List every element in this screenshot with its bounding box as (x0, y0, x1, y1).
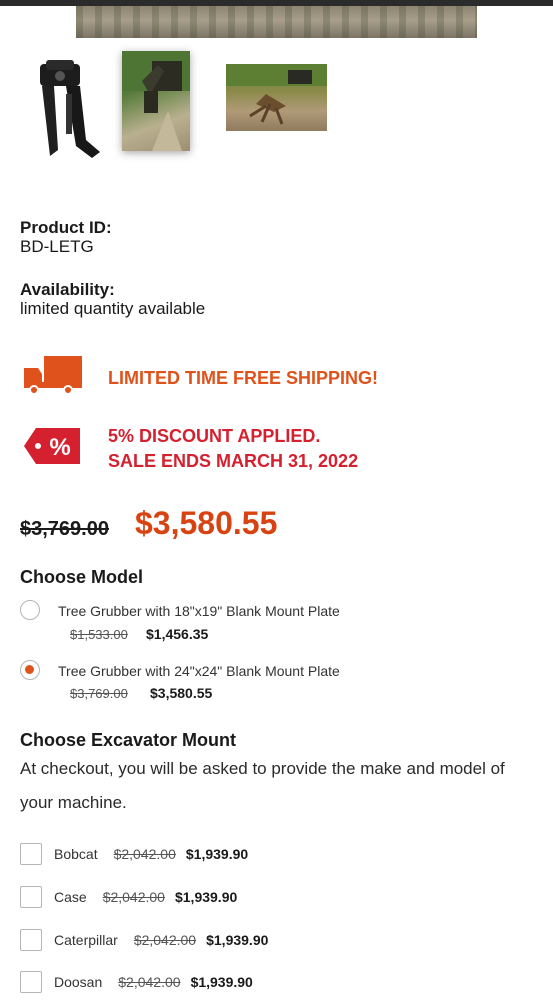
product-id-label: Product ID: (20, 218, 112, 237)
mount-option-doosan[interactable]: Doosan $2,042.00 $1,939.90 (20, 970, 253, 994)
mount-option-bobcat[interactable]: Bobcat $2,042.00 $1,939.90 (20, 842, 248, 866)
sale-ends-text: SALE ENDS MARCH 31, 2022 (108, 451, 359, 471)
mount-option-new-price: $1,939.90 (206, 932, 269, 948)
thumbnail-excavator[interactable] (122, 51, 190, 151)
truck-icon (22, 354, 84, 401)
mount-helper-text: At checkout, you will be asked to provid… (20, 759, 505, 812)
model-option-24x24-new-price: $3,580.55 (150, 685, 213, 701)
mount-option-old-price: $2,042.00 (133, 932, 197, 948)
thumbnail-grubber[interactable] (20, 60, 110, 165)
model-option-24x24-radio[interactable] (20, 660, 40, 680)
mount-option-name: Caterpillar (54, 932, 118, 948)
availability-label: Availability: (20, 280, 115, 299)
model-option-18x19-new-price: $1,456.35 (146, 626, 209, 642)
mount-option-caterpillar[interactable]: Caterpillar $2,042.00 $1,939.90 (20, 928, 268, 952)
discount-badge-text: % (49, 434, 70, 461)
discount-tag-icon: % (22, 426, 84, 471)
model-option-24x24-label[interactable]: Tree Grubber with 24"x24" Blank Mount Pl… (58, 663, 340, 679)
mount-option-case[interactable]: Case $2,042.00 $1,939.90 (20, 885, 237, 909)
choose-mount-title: Choose Excavator Mount (20, 730, 237, 750)
mount-option-name: Case (54, 889, 87, 905)
excavator-photo (122, 51, 190, 151)
mount-caterpillar-checkbox[interactable] (20, 929, 42, 951)
mount-option-new-price: $1,939.90 (174, 889, 238, 905)
original-price: $3,769.00 (20, 518, 109, 540)
model-option-18x19-old-price: $1,533.00 (70, 627, 128, 642)
mount-doosan-checkbox[interactable] (20, 971, 42, 993)
stump-removal-photo (226, 64, 327, 125)
mount-option-name: Doosan (54, 974, 103, 990)
mount-option-old-price: $2,042.00 (102, 889, 165, 905)
model-option-18x19-label[interactable]: Tree Grubber with 18"x19" Blank Mount Pl… (58, 603, 340, 619)
mount-option-new-price: $1,939.90 (190, 974, 253, 990)
model-option-18x19-radio[interactable] (20, 600, 40, 620)
mount-option-new-price: $1,939.90 (185, 846, 249, 862)
mount-option-old-price: $2,042.00 (113, 846, 176, 862)
sale-price: $3,580.55 (135, 505, 278, 541)
thumbnail-stump[interactable] (226, 64, 327, 131)
mount-bobcat-checkbox[interactable] (20, 843, 42, 865)
mount-option-name: Bobcat (54, 846, 98, 862)
free-shipping-text: LIMITED TIME FREE SHIPPING! (108, 368, 379, 388)
grubber-attachment-image (40, 60, 100, 158)
availability-value: limited quantity available (20, 299, 206, 318)
mount-case-checkbox[interactable] (20, 886, 42, 908)
product-id-value: BD-LETG (20, 237, 94, 256)
discount-applied-text: 5% DISCOUNT APPLIED. (108, 426, 321, 446)
choose-model-title: Choose Model (20, 567, 144, 587)
main-product-image[interactable] (76, 6, 477, 38)
model-option-24x24-old-price: $3,769.00 (70, 686, 128, 701)
mount-option-old-price: $2,042.00 (118, 974, 181, 990)
